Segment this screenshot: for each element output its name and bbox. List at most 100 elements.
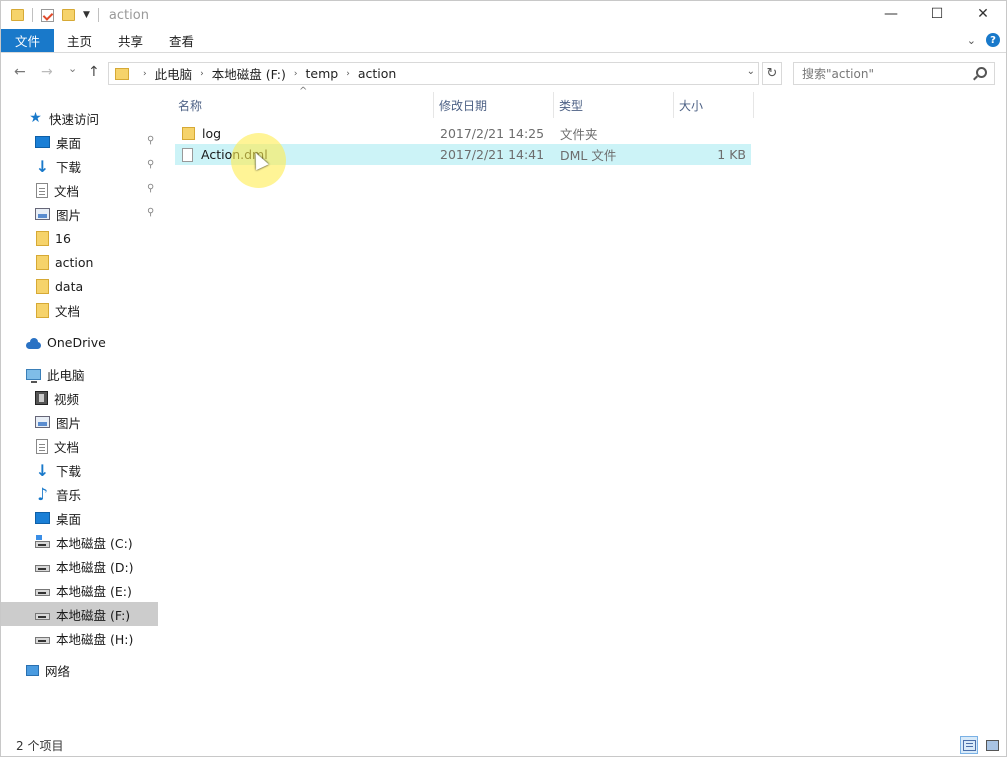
sidebar-item-desktop-pc[interactable]: 桌面 [1,506,158,530]
sidebar-item-label: action [55,254,94,270]
column-divider[interactable] [433,92,434,118]
column-header-type[interactable]: 类型 [556,92,671,118]
column-divider[interactable] [673,92,674,118]
sidebar-item-desktop[interactable]: 桌面 ⚲ [1,130,158,154]
file-name: log [202,126,222,141]
chevron-right-icon[interactable]: › [200,69,204,79]
sidebar-item-onedrive[interactable]: OneDrive [1,330,158,354]
divider [97,8,99,22]
sidebar-item-label: 图片 [56,415,82,431]
chevron-right-icon[interactable]: › [294,69,298,79]
sidebar-item-label: 此电脑 [47,367,85,383]
sidebar-item-label: 快速访问 [49,111,100,127]
ribbon-tabs: 文件 主页 共享 查看 ⌄ ? [1,29,1006,53]
pin-icon[interactable]: ⚲ [147,184,154,194]
folder-icon [36,254,49,270]
sidebar-item-label: 本地磁盘 (F:) [56,607,131,623]
breadcrumb: › 此电脑 › 本地磁盘 (F:) › temp › action [135,64,396,83]
sidebar-item-label: 本地磁盘 (C:) [56,535,133,551]
breadcrumb-action[interactable]: action [358,66,396,81]
recent-locations-button[interactable]: ⌄ [68,62,77,75]
maximize-button[interactable]: ☐ [914,1,960,27]
help-icon[interactable]: ? [986,33,1000,47]
sidebar-item-label: 图片 [56,207,82,223]
pin-icon[interactable]: ⚲ [147,208,154,218]
breadcrumb-this-pc[interactable]: 此电脑 [155,64,193,83]
column-divider[interactable] [553,92,554,118]
breadcrumb-drive-f[interactable]: 本地磁盘 (F:) [212,64,286,83]
sidebar-item-label: 视频 [54,391,80,407]
sidebar-item-quick-access[interactable]: ★ 快速访问 [1,106,158,130]
sidebar-item-drive-e[interactable]: 本地磁盘 (E:) [1,578,158,602]
chevron-right-icon[interactable]: › [143,69,147,79]
expand-ribbon-chevron-icon[interactable]: ⌄ [967,34,976,47]
address-bar[interactable]: › 此电脑 › 本地磁盘 (F:) › temp › action ⌄ [108,62,759,85]
sidebar-item-network[interactable]: 网络 [1,658,158,682]
sidebar-item-documents[interactable]: 文档 ⚲ [1,178,158,202]
sidebar-item-label: data [55,278,84,294]
sidebar-item-pictures-pc[interactable]: 图片 [1,410,158,434]
sidebar-item-label: 文档 [54,439,80,455]
sidebar-item-this-pc[interactable]: 此电脑 [1,362,158,386]
sidebar-item-folder-16[interactable]: 16 [1,226,158,250]
new-folder-icon[interactable] [62,9,75,21]
navigation-pane: ★ 快速访问 桌面 ⚲ ↓ 下载 ⚲ 文档 ⚲ 图片 ⚲ 16 action d… [1,101,158,731]
file-size [676,123,746,144]
navigation-bar: ← → ⌄ ↑ › 此电脑 › 本地磁盘 (F:) › temp › actio… [1,54,1006,92]
sidebar-item-drive-f[interactable]: 本地磁盘 (F:) [1,602,158,626]
tab-view[interactable]: 查看 [156,29,207,52]
sidebar-item-label: 文档 [55,303,81,319]
search-input[interactable]: 搜索"action" [793,62,995,85]
music-note-icon: ♪ [37,484,48,505]
column-header-size[interactable]: 大小 [676,92,752,118]
window-title: action [108,7,149,23]
column-divider[interactable] [753,92,754,118]
file-row[interactable]: log 2017/2/21 14:25 文件夹 [175,123,751,144]
tab-file[interactable]: 文件 [1,29,55,52]
close-button[interactable]: ✕ [960,1,1006,27]
address-dropdown-icon[interactable]: ⌄ [747,66,755,77]
sidebar-item-documents-pc[interactable]: 文档 [1,434,158,458]
sidebar-item-pictures[interactable]: 图片 ⚲ [1,202,158,226]
sidebar-item-drive-d[interactable]: 本地磁盘 (D:) [1,554,158,578]
network-icon [26,664,39,676]
tab-share[interactable]: 共享 [105,29,156,52]
up-button[interactable]: ↑ [88,64,100,80]
large-icons-view-button[interactable] [983,736,1001,754]
pictures-icon [35,416,50,428]
folder-icon [36,230,49,246]
chevron-right-icon[interactable]: › [346,69,350,79]
sidebar-item-drive-c[interactable]: 本地磁盘 (C:) [1,530,158,554]
explorer-window: ▼ action — ☐ ✕ 文件 主页 共享 查看 ⌄ ? ← → ⌄ ↑ ›… [0,0,1007,757]
column-header-name[interactable]: 名称 [175,92,433,118]
refresh-button[interactable]: ↻ [762,62,782,85]
properties-icon[interactable] [41,8,54,22]
cloud-icon [26,337,41,349]
folder-icon [115,67,129,80]
sidebar-item-videos[interactable]: 视频 [1,386,158,410]
details-view-icon [962,739,976,751]
divider [32,8,33,22]
sidebar-item-drive-h[interactable]: 本地磁盘 (H:) [1,626,158,650]
ribbon-controls: ⌄ ? [967,33,1000,47]
pin-icon[interactable]: ⚲ [147,160,154,170]
pin-icon[interactable]: ⚲ [147,136,154,146]
folder-icon [182,127,195,140]
sidebar-item-music[interactable]: ♪ 音乐 [1,482,158,506]
sidebar-item-folder-documents[interactable]: 文档 [1,298,158,322]
file-type: DML 文件 [560,148,617,163]
sidebar-item-downloads[interactable]: ↓ 下载 ⚲ [1,154,158,178]
tab-home[interactable]: 主页 [54,29,105,52]
document-icon [36,182,48,198]
forward-button[interactable]: → [41,64,53,80]
sidebar-item-label: 文档 [54,183,80,199]
sidebar-item-downloads-pc[interactable]: ↓ 下载 [1,458,158,482]
customize-toolbar-dropdown-icon[interactable]: ▼ [83,10,90,20]
sidebar-item-folder-action[interactable]: action [1,250,158,274]
minimize-button[interactable]: — [868,1,914,27]
back-button[interactable]: ← [14,64,26,80]
breadcrumb-temp[interactable]: temp [306,66,339,81]
sidebar-item-folder-data[interactable]: data [1,274,158,298]
column-header-date[interactable]: 修改日期 [436,92,552,118]
details-view-button[interactable] [960,736,978,754]
